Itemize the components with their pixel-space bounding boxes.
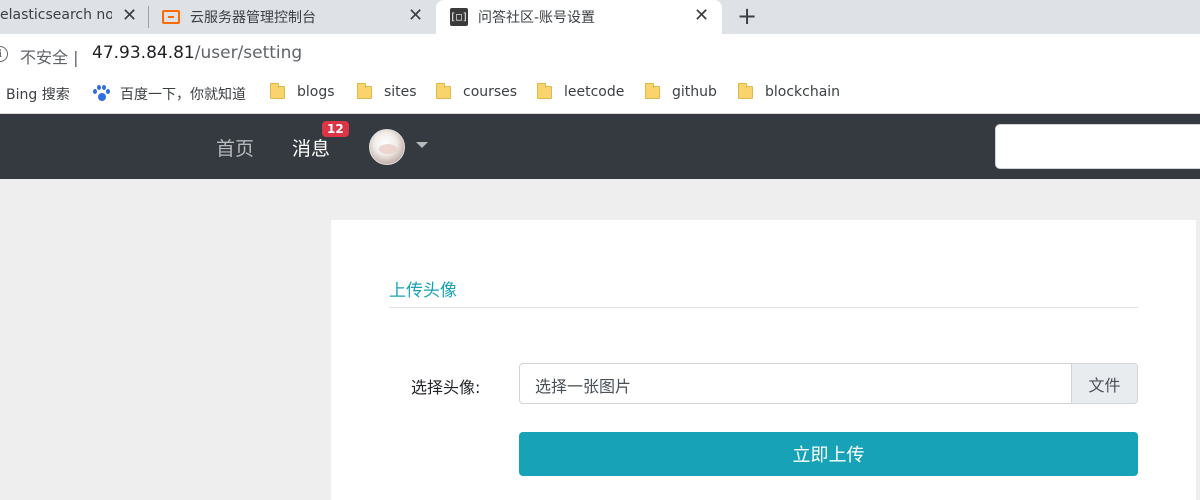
address-separator: |: [73, 48, 79, 67]
folder-icon: [436, 82, 451, 99]
bookmark-courses[interactable]: courses: [436, 82, 518, 100]
bookmark-label: github: [672, 84, 717, 100]
section-title: 上传头像: [389, 281, 457, 301]
tab-wenda[interactable]: [□] 问答社区-账号设置 ✕: [436, 0, 722, 34]
tab-title: 问答社区-账号设置: [478, 10, 596, 26]
security-label: 不安全: [20, 48, 69, 67]
bookmark-label: Bing 搜索: [6, 87, 70, 103]
baidu-paw-icon: [92, 85, 110, 103]
close-icon[interactable]: ✕: [694, 5, 709, 26]
url-text[interactable]: 47.93.84.81/user/setting: [92, 43, 302, 63]
info-icon[interactable]: i: [0, 46, 8, 62]
settings-card: 上传头像 选择头像: 选择一张图片 文件 立即上传: [331, 220, 1196, 500]
bookmark-label: leetcode: [564, 84, 625, 100]
new-tab-button[interactable]: +: [737, 2, 757, 30]
folder-icon: [537, 82, 552, 99]
tab-title: 云服务器管理控制台: [190, 10, 316, 26]
folder-icon: [738, 82, 753, 99]
bookmark-leetcode[interactable]: leetcode: [537, 82, 625, 100]
address-bar[interactable]: i 不安全 | 47.93.84.81/user/setting: [0, 34, 1200, 72]
security-indicator[interactable]: 不安全 |: [20, 44, 79, 68]
bookmark-blockchain[interactable]: blockchain: [738, 82, 841, 100]
bookmarks-bar: Bing 搜索 百度一下，你就知道 blogs sites courses le…: [0, 72, 1200, 114]
message-count-badge: 12: [322, 121, 349, 137]
bookmark-label: blockchain: [765, 84, 841, 100]
url-host: 47.93.84.81: [92, 43, 195, 63]
user-avatar[interactable]: [369, 129, 405, 165]
nav-messages[interactable]: 消息: [292, 134, 330, 161]
bookmark-label: courses: [463, 84, 518, 100]
nav-home[interactable]: 首页: [216, 134, 254, 161]
close-icon[interactable]: ✕: [122, 5, 137, 26]
folder-icon: [357, 82, 372, 99]
chevron-down-icon[interactable]: [416, 142, 428, 148]
bookmark-baidu[interactable]: 百度一下，你就知道: [92, 84, 246, 104]
folder-icon: [270, 82, 285, 99]
bookmark-label: sites: [384, 84, 417, 100]
search-input[interactable]: [995, 124, 1200, 169]
browse-file-button[interactable]: 文件: [1071, 364, 1137, 403]
section-divider: [389, 307, 1138, 308]
folder-icon: [645, 82, 660, 99]
bookmark-github[interactable]: github: [645, 82, 717, 100]
file-placeholder: 选择一张图片: [535, 377, 632, 396]
bookmark-blogs[interactable]: blogs: [270, 82, 335, 100]
tab-separator: [148, 6, 149, 28]
tab-aliyun[interactable]: 云服务器管理控制台 ✕: [150, 0, 434, 34]
bookmark-label: 百度一下，你就知道: [120, 87, 246, 103]
url-path: /user/setting: [194, 43, 303, 63]
aliyun-icon: [162, 10, 180, 24]
bookmark-bing[interactable]: Bing 搜索: [6, 84, 70, 104]
bookmark-label: blogs: [297, 84, 335, 100]
avatar-file-input[interactable]: 选择一张图片 文件: [519, 363, 1138, 404]
upload-button[interactable]: 立即上传: [519, 432, 1138, 476]
tab-elasticsearch[interactable]: elasticsearch noc ✕: [0, 0, 148, 34]
wenda-icon: [□]: [450, 8, 468, 26]
close-icon[interactable]: ✕: [408, 5, 423, 26]
tab-strip: elasticsearch noc ✕ 云服务器管理控制台 ✕ [□] 问答社区…: [0, 0, 1200, 34]
bookmark-sites[interactable]: sites: [357, 82, 417, 100]
tab-title: elasticsearch noc: [0, 7, 112, 23]
avatar-field-label: 选择头像:: [411, 378, 481, 397]
